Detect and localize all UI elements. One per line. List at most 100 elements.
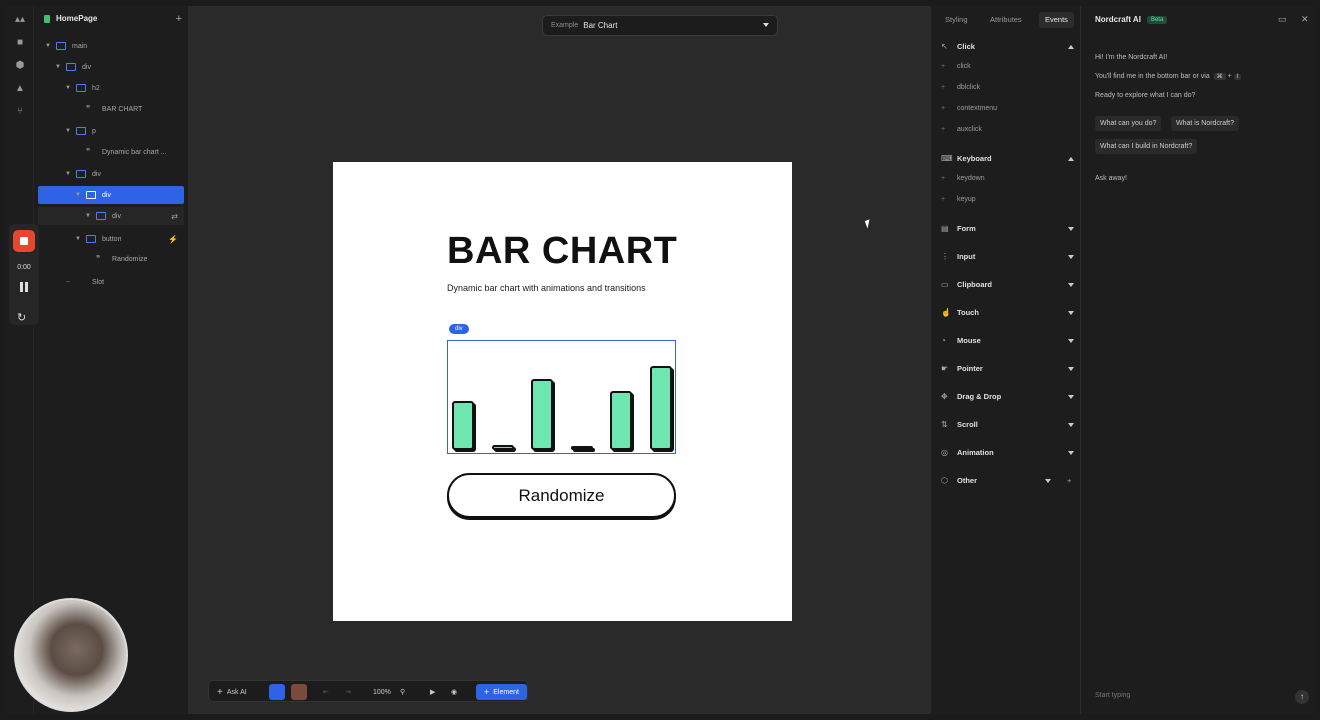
nordcraft-logo-icon[interactable]: ▴▴ — [14, 14, 26, 26]
chevron-down-icon[interactable] — [1045, 478, 1051, 483]
event-group-form[interactable]: ▤ Form — [941, 224, 1074, 233]
ai-title-label: Nordcraft AI — [1095, 15, 1141, 24]
layer-item[interactable]: ❞ BAR CHART — [38, 100, 184, 118]
example-select[interactable]: Example Bar Chart — [542, 15, 778, 36]
package-icon[interactable]: ⬢ — [14, 60, 26, 72]
chevron-down-icon[interactable]: ▼ — [74, 192, 82, 198]
plus-icon: + — [217, 686, 223, 698]
layer-item[interactable]: ▼ main — [38, 37, 184, 55]
chevron-down-icon[interactable]: ▼ — [54, 64, 62, 70]
layer-item[interactable]: ❞ Dynamic bar chart ... — [38, 143, 184, 161]
design-mode-icon[interactable] — [269, 681, 285, 703]
layer-item[interactable]: ▼ h2 — [38, 79, 184, 97]
event-group-input[interactable]: ⋮ Input — [941, 252, 1074, 261]
add-page-icon[interactable]: + — [176, 13, 182, 25]
tab-styling[interactable]: Styling — [939, 12, 974, 28]
warning-icon[interactable]: ▲ — [14, 83, 26, 95]
chevron-up-icon[interactable] — [1068, 44, 1074, 49]
layer-item[interactable]: ❞ Randomize — [38, 250, 184, 268]
chevron-down-icon[interactable]: ▼ — [64, 128, 72, 134]
send-arrow-icon[interactable]: ↑ — [1295, 690, 1309, 704]
event-group-mouse[interactable]: ◔ Mouse — [941, 336, 1074, 345]
branch-icon[interactable]: ⑂ — [14, 106, 26, 118]
spacer: – — [66, 279, 70, 285]
event-group-animation[interactable]: ◎ Animation — [941, 448, 1074, 457]
chart-subtitle[interactable]: Dynamic bar chart with animations and tr… — [447, 283, 646, 293]
chevron-down-icon[interactable] — [1068, 394, 1074, 399]
folder-icon[interactable]: ■ — [14, 37, 26, 49]
bar-chart[interactable] — [447, 340, 676, 454]
play-icon[interactable]: ▶ — [430, 681, 435, 703]
ai-chip[interactable]: What can I build in Nordcraft? — [1095, 139, 1198, 154]
layer-label: main — [72, 42, 88, 50]
layer-item[interactable]: ▼ div — [38, 186, 184, 204]
randomize-button[interactable]: Randomize — [447, 473, 676, 518]
layer-item[interactable]: – Slot — [38, 273, 184, 291]
layer-item[interactable]: ▼ p — [38, 122, 184, 140]
add-element-button[interactable]: + Element — [476, 684, 527, 700]
tab-events[interactable]: Events — [1039, 12, 1074, 28]
layer-item[interactable]: ▼ button ⚡ — [38, 230, 184, 248]
event-group-label: Input — [957, 252, 976, 261]
chevron-down-icon[interactable]: ▼ — [74, 236, 82, 242]
layer-label: button — [102, 235, 122, 243]
layer-label: div — [82, 63, 91, 71]
event-group-other[interactable]: ⬡ Other + — [941, 476, 1071, 485]
zoom-icon[interactable]: ⚲ — [400, 681, 405, 703]
event-group-touch[interactable]: ☝ Touch — [941, 308, 1074, 317]
event-item[interactable]: + keyup — [941, 196, 976, 203]
chevron-down-icon[interactable] — [1068, 338, 1074, 343]
artboard-preview[interactable]: BAR CHART Dynamic bar chart with animati… — [333, 162, 792, 621]
undo-icon[interactable]: ⇤ — [323, 681, 329, 703]
close-icon[interactable]: ✕ — [1301, 14, 1309, 25]
page-name-label: HomePage — [56, 14, 98, 23]
chevron-down-icon[interactable] — [1068, 422, 1074, 427]
chevron-down-icon[interactable] — [1068, 450, 1074, 455]
ai-chip[interactable]: What can you do? — [1095, 116, 1162, 131]
event-group-label: Drag & Drop — [957, 392, 1002, 401]
pause-icon[interactable] — [20, 282, 28, 292]
chevron-down-icon[interactable] — [1068, 282, 1074, 287]
chevron-down-icon[interactable] — [1068, 310, 1074, 315]
text-node-icon: ❞ — [86, 147, 91, 156]
chevron-down-icon[interactable] — [1068, 254, 1074, 259]
chevron-down-icon[interactable]: ▼ — [84, 213, 92, 219]
user-avatar[interactable] — [291, 681, 307, 703]
expand-icon[interactable]: ▭ — [1278, 14, 1287, 25]
event-item[interactable]: + click — [941, 63, 971, 70]
ask-ai-button[interactable]: + Ask AI — [217, 681, 247, 703]
event-group-pointer[interactable]: ☛ Pointer — [941, 364, 1074, 373]
tab-attributes[interactable]: Attributes — [984, 12, 1028, 28]
chevron-down-icon[interactable] — [1068, 366, 1074, 371]
event-group-click[interactable]: ↖ Click — [941, 42, 1074, 51]
layer-item[interactable]: ▼ div — [38, 58, 184, 76]
event-group-drag-drop[interactable]: ✥ Drag & Drop — [941, 392, 1074, 401]
zoom-level[interactable]: 100% — [373, 681, 391, 703]
chevron-up-icon[interactable] — [1068, 156, 1074, 161]
event-item[interactable]: + dblclick — [941, 84, 980, 91]
element-icon — [56, 42, 66, 50]
event-item[interactable]: + keydown — [941, 175, 985, 182]
page-name[interactable]: HomePage — [44, 14, 97, 23]
redo-icon[interactable]: ⇥ — [345, 681, 351, 703]
chevron-down-icon[interactable]: ▼ — [64, 171, 72, 177]
ai-greeting: Hi! I'm the Nordcraft AI! — [1095, 54, 1168, 61]
event-group-clipboard[interactable]: ▭ Clipboard — [941, 280, 1074, 289]
settings-icon[interactable]: ◉ — [451, 681, 457, 703]
event-group-keyboard[interactable]: ⌨ Keyboard — [941, 154, 1074, 163]
event-group-scroll[interactable]: ⇅ Scroll — [941, 420, 1074, 429]
kbd-plus: + — [1227, 73, 1232, 80]
chart-title[interactable]: BAR CHART — [447, 230, 677, 273]
chevron-down-icon[interactable]: ▼ — [64, 85, 72, 91]
chevron-down-icon[interactable] — [1068, 226, 1074, 231]
ai-chip[interactable]: What is Nordcraft? — [1171, 116, 1239, 131]
layer-item[interactable]: ▼ div ⇄ — [38, 207, 184, 225]
chevron-down-icon[interactable]: ▼ — [44, 43, 52, 49]
add-event-icon[interactable]: + — [1067, 476, 1071, 485]
event-item[interactable]: + contextmenu — [941, 105, 997, 112]
restart-icon[interactable]: ↻ — [17, 311, 26, 324]
stop-recording-button[interactable] — [13, 230, 35, 252]
ai-chat-input[interactable]: Start typing — [1095, 692, 1130, 699]
layer-item[interactable]: ▼ div — [38, 165, 184, 183]
event-item[interactable]: + auxclick — [941, 126, 982, 133]
